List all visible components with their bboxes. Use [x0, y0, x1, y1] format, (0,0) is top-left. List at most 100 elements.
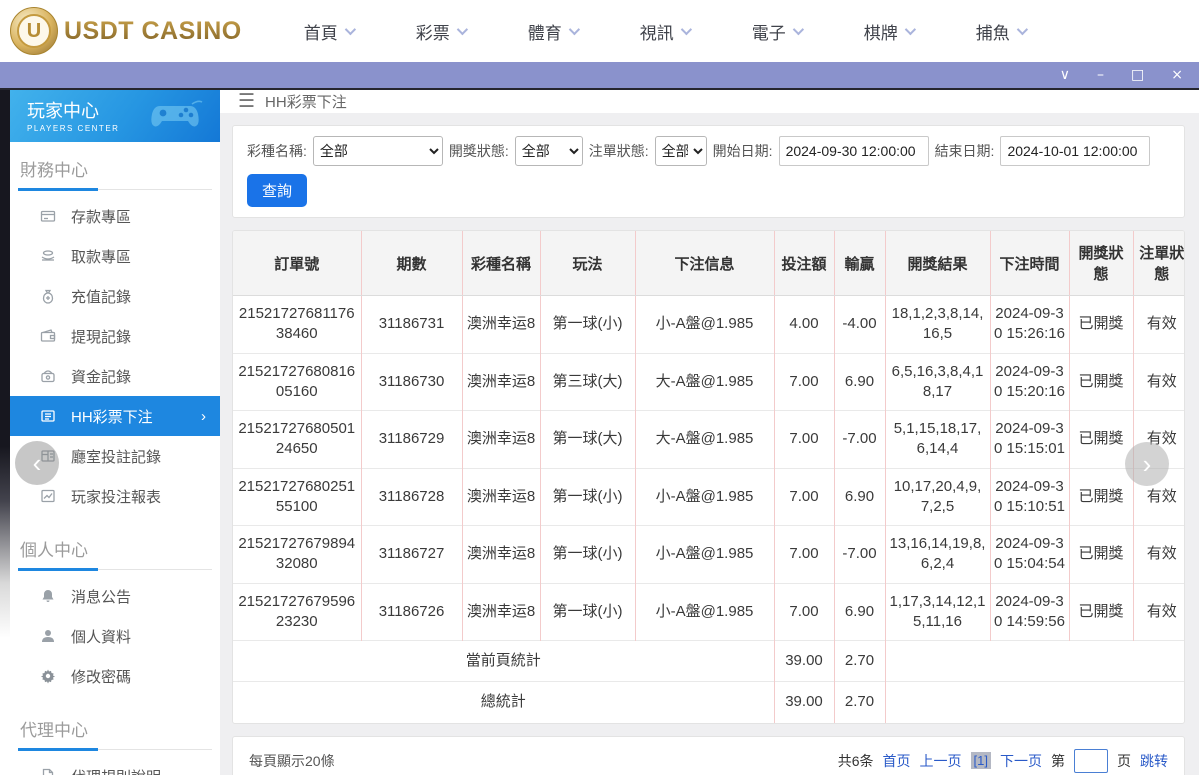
nav-item-2[interactable]: 彩票 [415, 19, 468, 44]
cell-bet-amount: 7.00 [773, 582, 834, 641]
sidebar-item-label: 取款專區 [71, 248, 132, 266]
draw-status-label: 開獎狀態: [448, 143, 509, 159]
sidebar-item-label: 玩家投注報表 [71, 488, 162, 506]
sidebar-item-HH彩票下注[interactable]: HH彩票下注 › [10, 396, 220, 436]
next-page-link[interactable]: 下一页 [1000, 751, 1042, 771]
brand-text: USDT CASINO [64, 16, 242, 45]
withdraw-icon [40, 248, 56, 264]
end-date-input[interactable] [1000, 136, 1151, 166]
jump-link[interactable]: 跳转 [1140, 751, 1168, 771]
maximize-icon[interactable]: □ [1131, 68, 1144, 82]
sidebar-item-充值記錄[interactable]: 充值記錄 [10, 276, 220, 316]
cell-win-loss: 6.90 [833, 352, 885, 411]
brand-logo[interactable]: U USDT CASINO [10, 7, 242, 55]
cell-draw-status: 已開獎 [1068, 467, 1133, 526]
sidebar-item-修改密碼[interactable]: 修改密碼 [10, 656, 220, 696]
cell-order-status: 有效 [1132, 582, 1184, 641]
first-page-link[interactable]: 首页 [883, 751, 911, 771]
start-date-input[interactable] [778, 136, 929, 166]
cell-draw-result: 13,16,14,19,8,6,2,4 [884, 525, 990, 583]
jump-suffix: 页 [1117, 752, 1131, 769]
order-status-select[interactable]: 全部 [654, 136, 707, 166]
content-area: ☰ HH彩票下注 彩種名稱: 全部 開獎狀態: 全部 注單狀態: 全部 開始日期… [220, 90, 1199, 775]
cell-bet-time: 2024-09-30 15:04:54 [989, 525, 1069, 583]
sidebar-item-消息公告[interactable]: 消息公告 [10, 576, 220, 616]
nav-item-4[interactable]: 視訊 [640, 19, 692, 44]
document-icon [40, 768, 56, 775]
sidebar-item-存款專區[interactable]: 存款專區 [10, 196, 220, 236]
sidebar-item-label: 充值記錄 [71, 288, 132, 306]
content-inner: 彩種名稱: 全部 開獎狀態: 全部 注單狀態: 全部 開始日期: 結束日期: 查… [220, 113, 1199, 775]
usdt-coin-icon: U [10, 7, 58, 55]
cell-play-type: 第一球(小) [539, 295, 635, 353]
nav-item-7[interactable]: 捕魚 [976, 19, 1028, 44]
cell-win-loss: 6.90 [833, 582, 885, 641]
summary-label: 當前頁統計 [233, 639, 774, 682]
cell-order-id: 2152172768081605160 [233, 352, 361, 411]
cell-bet-amount: 7.00 [773, 410, 834, 468]
column-header-order-status: 注單狀態 [1132, 231, 1184, 296]
cell-draw-status: 已開獎 [1068, 582, 1133, 641]
cell-period: 31186728 [360, 467, 462, 526]
sidebar-section: 代理中心代理規則說明 [10, 702, 220, 775]
cell-bet-time: 2024-09-30 15:20:16 [989, 352, 1069, 411]
draw-status-select[interactable]: 全部 [514, 136, 583, 166]
menu-toggle-icon[interactable]: ☰ [238, 90, 255, 113]
cell-order-id: 2152172768117638460 [233, 295, 361, 353]
sidebar-item-代理規則說明[interactable]: 代理規則說明 [10, 756, 220, 775]
sidebar-item-label: 消息公告 [71, 588, 132, 606]
summary-win-loss: 2.70 [833, 639, 885, 682]
nav-item-6[interactable]: 棋牌 [863, 19, 916, 44]
cell-lottery-name: 澳洲幸运8 [461, 582, 540, 641]
cell-lottery-name: 澳洲幸运8 [461, 467, 540, 526]
collapse-chevron-icon[interactable]: ∨ [1060, 68, 1070, 82]
close-icon[interactable]: × [1171, 68, 1183, 82]
page-jump-input[interactable] [1074, 748, 1108, 773]
chevron-right-icon: › [201, 407, 206, 425]
cell-draw-result: 5,1,15,18,17,6,14,4 [884, 410, 990, 468]
nav-item-5[interactable]: 電子 [752, 19, 804, 44]
expand-panel-button[interactable]: › [1125, 442, 1169, 486]
nav-item-3[interactable]: 體育 [527, 19, 580, 44]
minimize-icon[interactable]: – [1097, 68, 1104, 82]
order-status-label: 注單狀態: [588, 143, 649, 159]
page-size-text: 每頁顯示20條 [249, 752, 335, 769]
column-header-bet-amount: 投注額 [773, 231, 834, 296]
collapse-sidebar-button[interactable]: ‹ [15, 441, 59, 485]
sidebar-item-label: 存款專區 [71, 208, 132, 226]
nav-item-label: 彩票 [415, 23, 450, 43]
cell-win-loss: -4.00 [833, 295, 885, 353]
gear-icon [40, 668, 56, 684]
sidebar-item-label: 資金記錄 [71, 368, 132, 386]
summary-row: 總統計 39.00 2.70 [233, 681, 1184, 723]
column-header-win-loss: 輸贏 [833, 231, 885, 296]
sidebar-item-list: 消息公告個人資料修改密碼 [10, 570, 220, 702]
column-header-bet-time: 下注時間 [989, 231, 1069, 296]
main-area: 玩家中心 PLAYERS CENTER 財務中心 存款專區 取款專區 充值記錄 提現記錄… [0, 90, 1199, 775]
sidebar-item-提現記錄[interactable]: 提現記錄 [10, 316, 220, 356]
nav-item-label: 首頁 [303, 23, 338, 43]
main-nav: 首頁 彩票 體育 視訊 電子 棋牌 捕魚 [303, 19, 1028, 44]
cell-bet-time: 2024-09-30 15:15:01 [989, 410, 1069, 468]
withdrawal-record-icon [40, 328, 56, 344]
nav-item-1[interactable]: 首頁 [303, 19, 356, 44]
recharge-record-icon [40, 288, 56, 304]
cell-bet-info: 小-A盤@1.985 [634, 295, 774, 353]
lottery-name-select[interactable]: 全部 [312, 136, 443, 166]
cell-draw-result: 6,5,16,3,8,4,18,17 [884, 352, 990, 411]
prev-page-link[interactable]: 上一页 [920, 751, 962, 771]
end-date-label: 結束日期: [934, 143, 995, 159]
sidebar-item-label: 修改密碼 [71, 668, 132, 686]
cell-draw-status: 已開獎 [1068, 410, 1133, 468]
nav-item-label: 棋牌 [863, 23, 898, 43]
cell-period: 31186727 [360, 525, 462, 583]
cell-bet-amount: 7.00 [773, 467, 834, 526]
sidebar-item-個人資料[interactable]: 個人資料 [10, 616, 220, 656]
search-button[interactable]: 查詢 [247, 174, 308, 207]
cell-draw-result: 1,17,3,14,12,15,11,16 [884, 582, 990, 641]
column-header-order-id: 訂單號 [233, 231, 361, 296]
sidebar-item-取款專區[interactable]: 取款專區 [10, 236, 220, 276]
nav-item-label: 體育 [527, 23, 562, 43]
cell-play-type: 第一球(小) [539, 525, 635, 583]
sidebar-item-資金記錄[interactable]: 資金記錄 [10, 356, 220, 396]
